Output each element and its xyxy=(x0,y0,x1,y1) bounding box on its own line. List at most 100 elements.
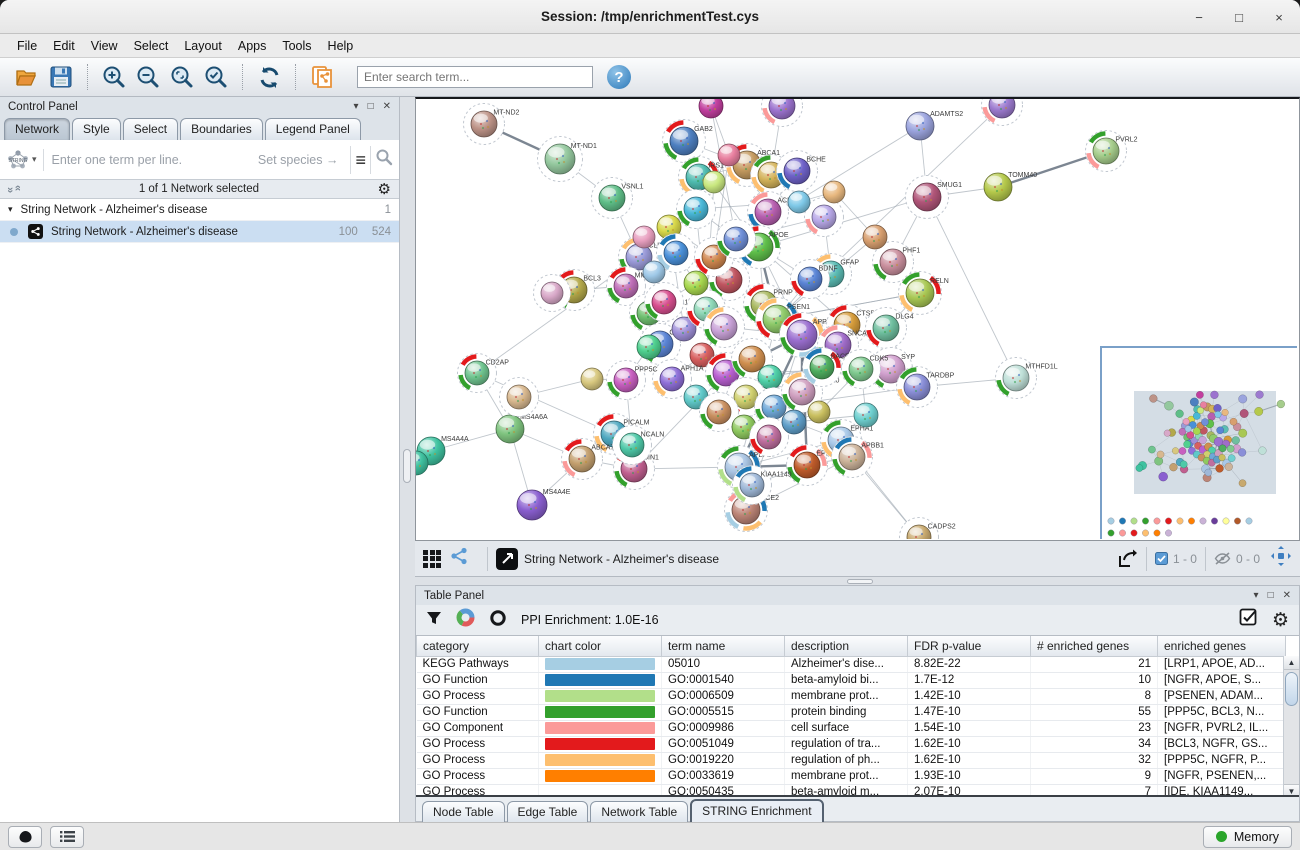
ring-chart-icon[interactable] xyxy=(489,609,507,632)
network-node[interactable]: VSNL1 xyxy=(592,178,644,219)
zoom-in-icon[interactable] xyxy=(100,63,128,91)
zoom-selected-icon[interactable] xyxy=(202,63,230,91)
network-node[interactable] xyxy=(643,261,665,283)
settings-gear-icon[interactable]: ⚙ xyxy=(1272,611,1289,630)
species-hint[interactable]: Set species → xyxy=(258,153,347,167)
network-node[interactable]: ABCA7 xyxy=(562,439,615,480)
network-node[interactable] xyxy=(500,378,539,417)
scroll-down-icon[interactable]: ▼ xyxy=(1284,784,1299,797)
collapse-all-icon[interactable]: » xyxy=(12,187,24,191)
float-icon[interactable]: □ xyxy=(368,102,374,112)
filter-icon[interactable] xyxy=(426,610,442,631)
close-icon[interactable]: ✕ xyxy=(383,102,391,112)
network-node[interactable]: CADPS2 xyxy=(900,518,956,540)
network-canvas[interactable]: MT-ND2MT-ND1VSNL1GAB2ADAMTS2PVRL2TOMM40S… xyxy=(415,97,1300,541)
network-node[interactable] xyxy=(982,99,1023,126)
tab-edge-table[interactable]: Edge Table xyxy=(507,801,589,824)
menu-edit[interactable]: Edit xyxy=(46,37,82,55)
table-scrollbar[interactable]: ▲ ▼ xyxy=(1283,656,1299,797)
network-node[interactable] xyxy=(637,335,661,359)
welcome-screen-button[interactable] xyxy=(8,826,42,848)
network-node[interactable]: SMUG1 xyxy=(906,176,963,219)
network-node[interactable]: BCHE xyxy=(777,151,827,192)
table-row[interactable]: KEGG Pathways05010Alzheimer's dise...8.8… xyxy=(417,656,1286,672)
network-node[interactable] xyxy=(808,401,830,423)
network-node[interactable] xyxy=(581,368,603,390)
menu-layout[interactable]: Layout xyxy=(177,37,229,55)
column-header[interactable]: enriched genes xyxy=(1158,636,1286,656)
tab-style[interactable]: Style xyxy=(72,118,121,140)
column-header[interactable]: term name xyxy=(662,636,785,656)
close-button[interactable]: × xyxy=(1272,10,1286,25)
column-header[interactable]: category xyxy=(417,636,539,656)
network-node[interactable]: CD2AP xyxy=(458,354,510,393)
menu-select[interactable]: Select xyxy=(127,37,176,55)
horizontal-splitter[interactable] xyxy=(415,577,1300,585)
close-icon[interactable]: ✕ xyxy=(1283,591,1291,601)
menu-apps[interactable]: Apps xyxy=(231,37,274,55)
network-node[interactable] xyxy=(805,198,844,237)
vertical-splitter[interactable] xyxy=(400,97,415,822)
network-node[interactable]: MT-ND2 xyxy=(464,104,520,145)
export-view-icon[interactable] xyxy=(1116,548,1138,570)
network-node[interactable] xyxy=(718,144,740,166)
string-term-input[interactable] xyxy=(44,153,258,167)
network-node[interactable]: APBB1 xyxy=(832,437,885,478)
collapse-icon[interactable]: ▾ xyxy=(1254,591,1259,601)
network-node[interactable] xyxy=(782,410,806,434)
network-node[interactable] xyxy=(645,283,684,322)
birds-eye-view[interactable] xyxy=(1101,347,1297,539)
network-row[interactable]: String Network - Alzheimer's disease 100… xyxy=(0,221,399,243)
birdseye-toggle-icon[interactable] xyxy=(496,548,518,570)
pan-navigate-icon[interactable] xyxy=(1270,545,1292,572)
tab-boundaries[interactable]: Boundaries xyxy=(180,118,263,140)
zoom-fit-icon[interactable] xyxy=(168,63,196,91)
network-node[interactable]: MT-ND1 xyxy=(538,137,597,182)
grid-mode-icon[interactable] xyxy=(423,550,441,568)
network-node[interactable]: PPP5C xyxy=(607,361,658,400)
zoom-out-icon[interactable] xyxy=(134,63,162,91)
tab-select[interactable]: Select xyxy=(123,118,178,140)
network-node[interactable] xyxy=(699,99,723,118)
network-node[interactable] xyxy=(704,307,745,348)
table-row[interactable]: GO ProcessGO:0006509membrane prot...1.42… xyxy=(417,688,1286,704)
table-row[interactable]: GO FunctionGO:0005515protein binding1.47… xyxy=(417,704,1286,720)
help-icon[interactable]: ? xyxy=(607,65,631,89)
minimize-button[interactable]: − xyxy=(1192,10,1206,25)
network-node[interactable]: KIAA1149 xyxy=(733,466,792,505)
gear-icon[interactable]: ⚙ xyxy=(378,182,391,197)
select-all-icon[interactable] xyxy=(1239,608,1258,632)
network-node[interactable] xyxy=(633,226,655,248)
export-network-icon[interactable] xyxy=(308,63,336,91)
tree-expand-icon[interactable]: ▾ xyxy=(8,204,13,215)
scroll-thumb[interactable] xyxy=(1285,672,1298,706)
table-row[interactable]: GO ProcessGO:0050435beta-amyloid m...2.0… xyxy=(417,784,1286,797)
menu-file[interactable]: File xyxy=(10,37,44,55)
menu-view[interactable]: View xyxy=(84,37,125,55)
network-node[interactable]: DLG4 xyxy=(866,308,914,349)
open-session-icon[interactable] xyxy=(13,63,41,91)
network-node[interactable] xyxy=(703,171,725,193)
network-node[interactable]: MS4A6A xyxy=(496,414,548,443)
table-row[interactable]: GO ProcessGO:0019220regulation of ph...1… xyxy=(417,752,1286,768)
network-node[interactable] xyxy=(534,275,571,312)
scroll-up-icon[interactable]: ▲ xyxy=(1284,656,1299,670)
string-search-icon[interactable] xyxy=(375,148,393,171)
tab-node-table[interactable]: Node Table xyxy=(422,801,505,824)
menu-tools[interactable]: Tools xyxy=(275,37,318,55)
column-header[interactable]: FDR p-value xyxy=(908,636,1031,656)
column-header[interactable]: chart color xyxy=(539,636,662,656)
table-row[interactable]: GO ComponentGO:0009986cell surface1.54E-… xyxy=(417,720,1286,736)
network-node[interactable] xyxy=(677,190,716,229)
network-node[interactable]: RELN xyxy=(899,272,949,315)
save-session-icon[interactable] xyxy=(47,63,75,91)
network-node[interactable] xyxy=(684,271,708,295)
menu-help[interactable]: Help xyxy=(321,37,361,55)
tab-network-table[interactable]: Network Table xyxy=(590,801,688,824)
network-node[interactable] xyxy=(762,99,803,127)
network-node[interactable]: MS4A4E xyxy=(517,489,571,520)
network-node[interactable]: GAB2 xyxy=(663,120,713,163)
tab-legend-panel[interactable]: Legend Panel xyxy=(265,118,361,140)
tab-string-enrichment[interactable]: STRING Enrichment xyxy=(690,799,823,824)
refresh-icon[interactable] xyxy=(255,63,283,91)
